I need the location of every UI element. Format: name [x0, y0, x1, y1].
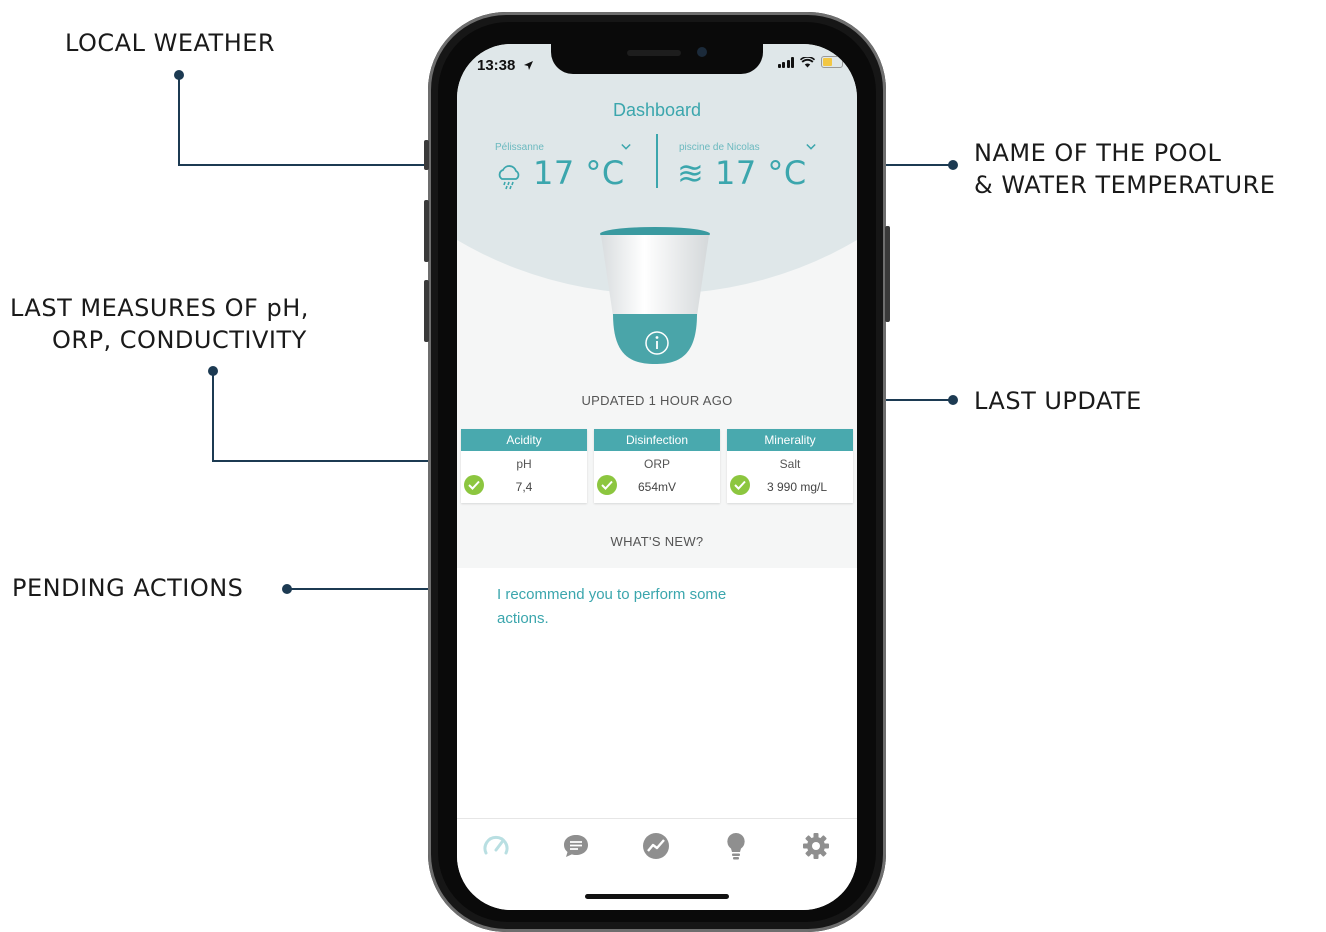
measure-value: 654mV	[637, 480, 677, 494]
side-button	[885, 226, 890, 322]
callout-pending-actions: PENDING ACTIONS	[12, 574, 244, 602]
water-temperature: ≋ 17 °C	[677, 154, 807, 192]
callout-local-weather: LOCAL WEATHER	[65, 29, 276, 57]
measures-cards: Acidity pH 7,4 Disinfection ORP 654mV Mi…	[461, 429, 853, 503]
measure-value: 3 990 mg/L	[766, 480, 828, 494]
volume-down-button	[424, 280, 429, 342]
callout-last-update: LAST UPDATE	[974, 387, 1142, 415]
measure-card-disinfection[interactable]: Disinfection ORP 654mV	[594, 429, 720, 503]
measure-label: pH	[516, 457, 532, 471]
lightbulb-icon[interactable]	[721, 831, 751, 861]
recommendation-text: I recommend you to perform some actions.	[497, 586, 727, 627]
mute-switch	[424, 140, 429, 170]
pool-chevron-down-icon[interactable]	[806, 142, 816, 152]
callout-water-temperature: & WATER TEMPERATURE	[974, 171, 1276, 199]
status-time: 13:38	[477, 57, 516, 74]
status-icons	[777, 56, 843, 68]
pool-name[interactable]: piscine de Nicolas	[679, 142, 760, 153]
wifi-icon	[800, 56, 815, 67]
page-title: Dashboard	[612, 100, 702, 120]
measure-category: Acidity	[461, 429, 587, 451]
callout-measure-types: ORP, CONDUCTIVITY	[52, 326, 307, 354]
weather-chevron-down-icon[interactable]	[621, 142, 631, 152]
header-divider	[656, 134, 658, 188]
measure-label: Salt	[779, 457, 801, 471]
measure-card-minerality[interactable]: Minerality Salt 3 990 mg/L	[727, 429, 853, 503]
gauge-icon[interactable]	[481, 831, 511, 861]
content-area	[457, 642, 857, 818]
measure-category: Disinfection	[594, 429, 720, 451]
measure-category: Minerality	[727, 429, 853, 451]
recommendation-card[interactable]: I recommend you to perform some actions.	[457, 568, 857, 642]
chart-icon[interactable]	[641, 831, 671, 861]
info-icon[interactable]	[644, 330, 670, 356]
weather-temperature: 17 °C	[533, 154, 625, 192]
updated-label: UPDATED 1 HOUR AGO	[581, 393, 733, 408]
measure-value: 7,4	[515, 480, 533, 494]
cloud-rain-icon	[498, 165, 520, 190]
signal-icon	[777, 56, 794, 68]
weather-location[interactable]: Pélissanne	[495, 142, 544, 153]
measure-label: ORP	[643, 457, 670, 471]
measure-card-acidity[interactable]: Acidity pH 7,4	[461, 429, 587, 503]
callout-last-measures: LAST MEASURES OF pH,	[10, 294, 309, 322]
gear-icon[interactable]	[801, 831, 831, 861]
location-arrow-icon	[524, 61, 533, 70]
notch	[551, 44, 763, 74]
callout-pool-name: NAME OF THE POOL	[974, 139, 1222, 167]
volume-up-button	[424, 200, 429, 262]
phone-screen: 13:38 Dashboard Pélissanne 17 °C piscine…	[457, 44, 857, 910]
home-indicator[interactable]	[585, 894, 729, 899]
battery-icon	[821, 56, 843, 68]
whats-new-heading: WHAT'S NEW?	[610, 534, 704, 549]
chat-icon[interactable]	[561, 831, 591, 861]
